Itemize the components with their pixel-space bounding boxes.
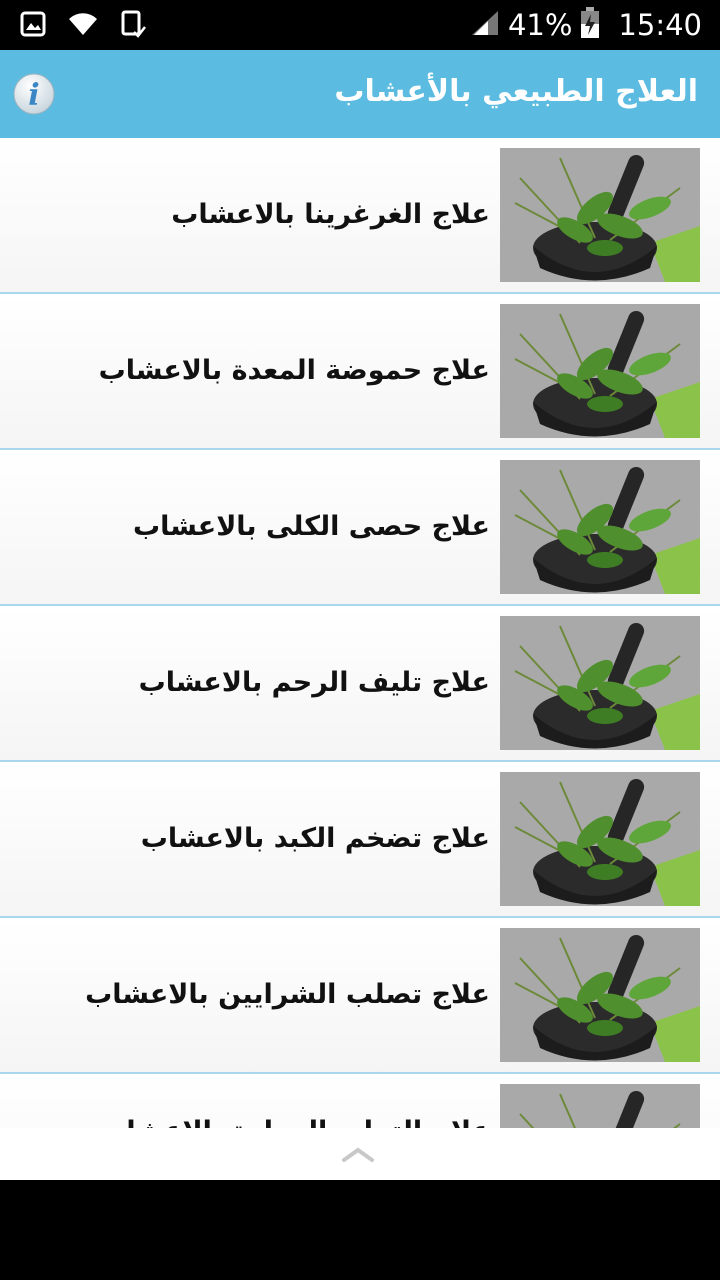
list-item[interactable]: علاج حصى الكلى بالاعشاب	[0, 450, 720, 606]
herbs-thumbnail	[500, 1084, 700, 1128]
list-item[interactable]: علاج تليف الرحم بالاعشاب	[0, 606, 720, 762]
system-nav-area	[0, 1180, 720, 1280]
list-item-label: علاج التهاب المرارة بالاعشاب	[99, 1114, 490, 1128]
list-item-label: علاج الغرغرينا بالاعشاب	[171, 199, 490, 230]
scroll-up-button[interactable]	[340, 1144, 376, 1164]
remedy-list: علاج الغرغرينا بالاعشاب علاج حموضة المعد…	[0, 138, 720, 1128]
herbs-image	[500, 460, 700, 594]
list-item-label: علاج حصى الكلى بالاعشاب	[133, 511, 490, 542]
list-item[interactable]: علاج حموضة المعدة بالاعشاب	[0, 294, 720, 450]
list-item[interactable]: علاج التهاب المرارة بالاعشاب	[0, 1074, 720, 1128]
footer-bar	[0, 1128, 720, 1180]
app-title: العلاج الطبيعي بالأعشاب	[334, 74, 698, 109]
signal-icon	[470, 9, 500, 41]
info-icon: i	[13, 73, 55, 115]
list-item-label: علاج حموضة المعدة بالاعشاب	[98, 355, 490, 386]
list-item-label: علاج تصلب الشرايين بالاعشاب	[85, 979, 490, 1010]
list-item[interactable]: علاج تصلب الشرايين بالاعشاب	[0, 918, 720, 1074]
herbs-thumbnail	[500, 460, 700, 594]
herbs-image	[500, 148, 700, 282]
wifi-icon	[68, 11, 98, 41]
herbs-thumbnail	[500, 616, 700, 750]
device-sync-icon	[120, 10, 146, 42]
list-item-label: علاج تليف الرحم بالاعشاب	[138, 667, 490, 698]
herbs-image	[500, 928, 700, 1062]
herbs-thumbnail	[500, 304, 700, 438]
herbs-thumbnail	[500, 772, 700, 906]
battery-charging-icon	[580, 7, 600, 43]
herbs-image	[500, 616, 700, 750]
clock: 15:40	[618, 8, 702, 42]
list-item[interactable]: علاج الغرغرينا بالاعشاب	[0, 138, 720, 294]
herbs-image	[500, 1084, 700, 1128]
info-button[interactable]: i	[12, 72, 56, 116]
list-item[interactable]: علاج تضخم الكبد بالاعشاب	[0, 762, 720, 918]
herbs-image	[500, 304, 700, 438]
list-item-label: علاج تضخم الكبد بالاعشاب	[140, 823, 490, 854]
herbs-thumbnail	[500, 148, 700, 282]
gallery-icon	[20, 11, 46, 41]
herbs-thumbnail	[500, 928, 700, 1062]
chevron-up-icon	[342, 1147, 374, 1162]
battery-percent: 41%	[507, 8, 573, 42]
app-bar: i العلاج الطبيعي بالأعشاب	[0, 50, 720, 138]
svg-text:i: i	[28, 78, 39, 113]
herbs-image	[500, 772, 700, 906]
status-bar: 41% 15:40	[0, 0, 720, 50]
